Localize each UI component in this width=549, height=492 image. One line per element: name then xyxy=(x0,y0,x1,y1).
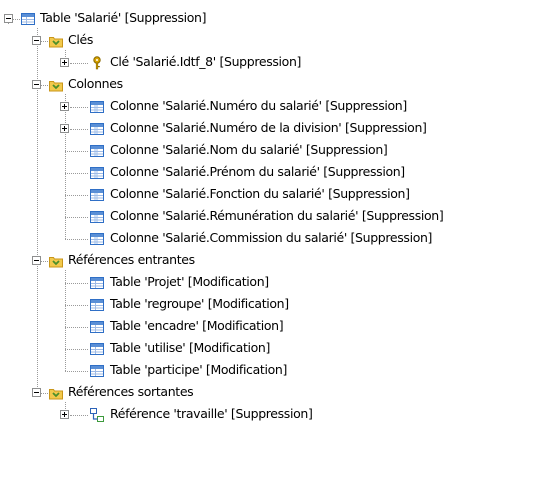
tree-child-node[interactable]: Colonne 'Salarié.Prénom du salarié' [Sup… xyxy=(0,162,549,184)
tree-group-node[interactable]: Références entrantes xyxy=(0,250,549,272)
collapse-toggle[interactable] xyxy=(32,80,41,89)
tree-child-node[interactable]: Colonne 'Salarié.Rémunération du salarié… xyxy=(0,206,549,228)
tree-item-label: Table 'regroupe' [Modification] xyxy=(110,296,289,311)
tree-child-node[interactable]: Référence 'travaille' [Suppression] xyxy=(0,404,549,426)
tree-item-label: Table 'utilise' [Modification] xyxy=(110,340,271,355)
tree-child-node[interactable]: Colonne 'Salarié.Nom du salarié' [Suppre… xyxy=(0,140,549,162)
column-icon xyxy=(89,121,105,137)
table-icon xyxy=(89,341,105,357)
expand-toggle[interactable] xyxy=(60,58,69,67)
tree-item-label: Colonne 'Salarié.Numéro du salarié' [Sup… xyxy=(110,98,407,113)
column-icon xyxy=(89,165,105,181)
column-icon xyxy=(89,231,105,247)
tree-child-node[interactable]: Table 'participe' [Modification] xyxy=(0,360,549,382)
tree-child-node[interactable]: Colonne 'Salarié.Fonction du salarié' [S… xyxy=(0,184,549,206)
tree-item-label: Table 'participe' [Modification] xyxy=(110,362,287,377)
folder-icon xyxy=(48,253,64,269)
tree-item-label: Références sortantes xyxy=(68,384,194,399)
folder-icon xyxy=(48,33,64,49)
table-icon xyxy=(89,297,105,313)
tree-item-label: Colonne 'Salarié.Nom du salarié' [Suppre… xyxy=(110,142,388,157)
tree-group-node[interactable]: Colonnes xyxy=(0,74,549,96)
tree-item-label: Colonne 'Salarié.Fonction du salarié' [S… xyxy=(110,186,410,201)
tree-item-label: Table 'Salarié' [Suppression] xyxy=(40,10,207,25)
tree-child-node[interactable]: Table 'encadre' [Modification] xyxy=(0,316,549,338)
tree-child-node[interactable]: Clé 'Salarié.Idtf_8' [Suppression] xyxy=(0,52,549,74)
column-icon xyxy=(89,209,105,225)
reference-icon xyxy=(89,407,105,423)
tree-item-label: Table 'encadre' [Modification] xyxy=(110,318,284,333)
tree-item-label: Colonne 'Salarié.Rémunération du salarié… xyxy=(110,208,444,223)
tree-item-label: Colonne 'Salarié.Prénom du salarié' [Sup… xyxy=(110,164,405,179)
table-icon xyxy=(89,319,105,335)
tree-item-label: Table 'Projet' [Modification] xyxy=(110,274,269,289)
key-icon xyxy=(89,55,105,71)
tree-group-node[interactable]: Clés xyxy=(0,30,549,52)
folder-icon xyxy=(48,77,64,93)
column-icon xyxy=(89,99,105,115)
tree-item-label: Colonne 'Salarié.Commission du salarié' … xyxy=(110,230,433,245)
tree-item-label: Référence 'travaille' [Suppression] xyxy=(110,406,313,421)
tree-child-node[interactable]: Table 'Projet' [Modification] xyxy=(0,272,549,294)
collapse-toggle[interactable] xyxy=(32,388,41,397)
tree-item-label: Colonnes xyxy=(68,76,123,91)
expand-toggle[interactable] xyxy=(60,410,69,419)
collapse-toggle[interactable] xyxy=(32,256,41,265)
table-icon xyxy=(89,363,105,379)
tree-child-node[interactable]: Colonne 'Salarié.Numéro de la division' … xyxy=(0,118,549,140)
tree-child-node[interactable]: Colonne 'Salarié.Commission du salarié' … xyxy=(0,228,549,250)
tree-item-label: Clé 'Salarié.Idtf_8' [Suppression] xyxy=(110,54,302,69)
folder-icon xyxy=(48,385,64,401)
table-icon xyxy=(20,11,36,27)
tree-child-node[interactable]: Colonne 'Salarié.Numéro du salarié' [Sup… xyxy=(0,96,549,118)
column-icon xyxy=(89,143,105,159)
model-diff-tree: Table 'Salarié' [Suppression] Clés Clé '… xyxy=(0,0,549,492)
expand-toggle[interactable] xyxy=(60,124,69,133)
tree-item-label: Références entrantes xyxy=(68,252,195,267)
tree-root-table[interactable]: Table 'Salarié' [Suppression] xyxy=(0,8,549,30)
column-icon xyxy=(89,187,105,203)
table-icon xyxy=(89,275,105,291)
tree-item-label: Clés xyxy=(68,32,94,47)
tree-item-label: Colonne 'Salarié.Numéro de la division' … xyxy=(110,120,427,135)
tree-child-node[interactable]: Table 'utilise' [Modification] xyxy=(0,338,549,360)
tree-child-node[interactable]: Table 'regroupe' [Modification] xyxy=(0,294,549,316)
collapse-toggle[interactable] xyxy=(4,14,13,23)
tree-group-node[interactable]: Références sortantes xyxy=(0,382,549,404)
expand-toggle[interactable] xyxy=(60,102,69,111)
collapse-toggle[interactable] xyxy=(32,36,41,45)
